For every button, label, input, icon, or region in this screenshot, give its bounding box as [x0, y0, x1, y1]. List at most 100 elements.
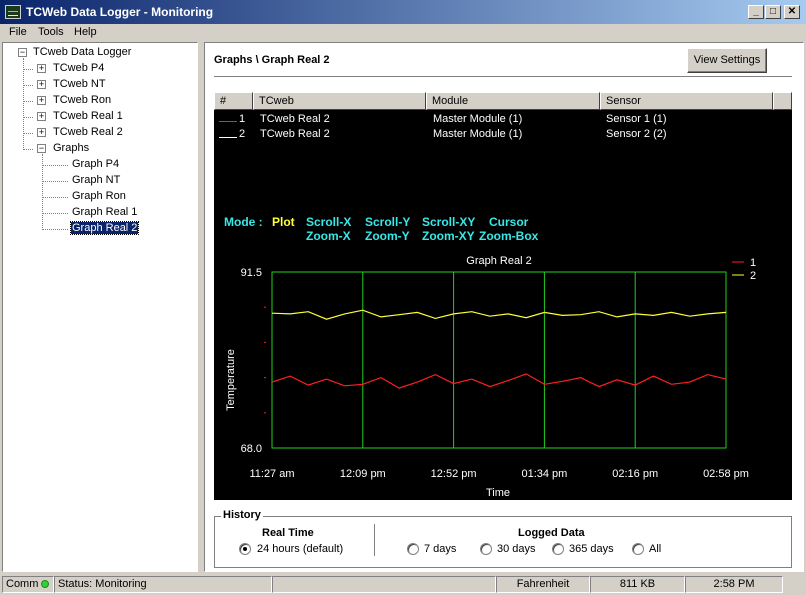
mode-zoom-box[interactable]: Zoom-Box	[479, 229, 538, 243]
x-tick-label: 02:16 pm	[612, 468, 658, 480]
chart-title: Graph Real 2	[466, 255, 531, 267]
file-size-panel: 811 KB	[590, 576, 685, 593]
tree-item-graphs[interactable]: Graphs	[53, 142, 89, 154]
x-tick-label: 12:52 pm	[431, 468, 477, 480]
tree-connector	[23, 133, 33, 134]
history-group	[214, 516, 792, 568]
radio-30-days-label[interactable]: 30 days	[497, 543, 536, 555]
radio-all-label[interactable]: All	[649, 543, 661, 555]
main-panel: Graphs \ Graph Real 2 View Settings # TC…	[204, 42, 804, 572]
expand-tcweb-real2-icon[interactable]: +	[37, 128, 46, 137]
group-divider	[374, 524, 376, 556]
tree-connector	[42, 181, 68, 182]
divider	[214, 76, 792, 78]
plot-frame	[271, 271, 727, 449]
row-number: 1	[239, 113, 246, 125]
tree-item-graph-real2[interactable]: Graph Real 2	[69, 221, 140, 235]
collapse-graphs-icon[interactable]: −	[37, 144, 46, 153]
real-time-label: Real Time	[262, 527, 314, 539]
mode-zoom-xy[interactable]: Zoom-XY	[422, 229, 475, 243]
tree-item-tcweb-p4[interactable]: TCweb P4	[53, 62, 104, 74]
row-number: 2	[239, 128, 246, 140]
series-line-2	[271, 309, 727, 320]
tree-item-tcweb-real1[interactable]: TCweb Real 1	[53, 110, 123, 122]
window-title: TCWeb Data Logger - Monitoring	[26, 5, 214, 19]
expand-tcweb-nt-icon[interactable]: +	[37, 80, 46, 89]
connection-indicator-icon	[41, 580, 50, 588]
navigation-tree: − TCweb Data Logger + TCweb P4 + TCweb N…	[2, 42, 198, 572]
tree-connector	[23, 69, 33, 70]
legend-entry: 2	[750, 270, 756, 282]
status-bar: Comm Status: Monitoring Fahrenheit 811 K…	[0, 574, 806, 595]
x-tick-label: 12:09 pm	[340, 468, 386, 480]
mode-cursor[interactable]: Cursor	[489, 215, 528, 229]
radio-24-hours-label[interactable]: 24 hours (default)	[257, 543, 343, 555]
tree-connector	[42, 197, 68, 198]
radio-7-days[interactable]	[407, 543, 419, 555]
radio-365-days[interactable]	[552, 543, 564, 555]
tree-item-graph-ron[interactable]: Graph Ron	[72, 190, 126, 202]
clock-panel: 2:58 PM	[685, 576, 783, 593]
tree-item-tcweb-ron[interactable]: TCweb Ron	[53, 94, 111, 106]
x-axis-label: Time	[486, 487, 510, 499]
mode-scroll-y[interactable]: Scroll-Y	[365, 215, 410, 229]
temperature-chart[interactable]: Graph Real 2 11:27 am 12:09 pm 12:52 pm 01:…	[214, 250, 792, 500]
minimize-button[interactable]: _	[748, 5, 764, 19]
tree-item-graph-p4[interactable]: Graph P4	[72, 158, 119, 170]
mode-zoom-y[interactable]: Zoom-Y	[365, 229, 410, 243]
tree-connector	[23, 85, 33, 86]
maximize-button[interactable]: □	[765, 5, 781, 19]
collapse-root-icon[interactable]: −	[18, 48, 27, 57]
menu-tools[interactable]: Tools	[38, 26, 64, 38]
title-bar: TCWeb Data Logger - Monitoring _ □ ✕	[0, 0, 806, 24]
comm-label: Comm	[6, 578, 39, 590]
column-header-filler	[773, 92, 792, 110]
tree-connector	[42, 229, 68, 230]
tree-item-graph-real1[interactable]: Graph Real 1	[72, 206, 137, 218]
units-panel: Fahrenheit	[496, 576, 590, 593]
radio-24-hours[interactable]	[239, 543, 251, 555]
expand-tcweb-ron-icon[interactable]: +	[37, 96, 46, 105]
page-title: Graphs \ Graph Real 2	[214, 54, 330, 66]
mode-plot[interactable]: Plot	[272, 215, 295, 229]
row-sensor: Sensor 1 (1)	[606, 113, 667, 125]
tree-item-tcweb-real2[interactable]: TCweb Real 2	[53, 126, 123, 138]
tree-connector	[23, 117, 33, 118]
radio-365-days-label[interactable]: 365 days	[569, 543, 614, 555]
legend-entry: 1	[750, 257, 756, 269]
tree-connector	[23, 58, 24, 150]
row-tcweb: TCweb Real 2	[260, 113, 330, 125]
column-header-sensor[interactable]: Sensor	[600, 92, 773, 110]
tree-connector	[42, 165, 68, 166]
expand-tcweb-real1-icon[interactable]: +	[37, 112, 46, 121]
radio-30-days[interactable]	[480, 543, 492, 555]
column-header-tcweb[interactable]: TCweb	[253, 92, 426, 110]
graph-area: # TCweb Module Sensor 1 TCweb Real 2 Mas…	[214, 92, 792, 500]
menu-help[interactable]: Help	[74, 26, 97, 38]
tree-item-graph-nt[interactable]: Graph NT	[72, 174, 120, 186]
column-header-module[interactable]: Module	[426, 92, 600, 110]
radio-all[interactable]	[632, 543, 644, 555]
tree-connector	[23, 101, 33, 102]
tree-root[interactable]: TCweb Data Logger	[33, 46, 131, 58]
mode-label: Mode :	[224, 215, 263, 229]
status-empty-panel	[272, 576, 496, 593]
close-button[interactable]: ✕	[784, 5, 800, 19]
x-tick-label: 01:34 pm	[521, 468, 567, 480]
expand-tcweb-p4-icon[interactable]: +	[37, 64, 46, 73]
mode-zoom-x[interactable]: Zoom-X	[306, 229, 351, 243]
view-settings-button[interactable]: View Settings	[687, 48, 767, 73]
mode-scroll-xy[interactable]: Scroll-XY	[422, 215, 475, 229]
app-icon	[5, 5, 21, 19]
mode-scroll-x[interactable]: Scroll-X	[306, 215, 351, 229]
series-color-swatch	[219, 137, 237, 138]
x-tick-label: 11:27 am	[249, 468, 294, 480]
column-header-num[interactable]: #	[214, 92, 253, 110]
menu-file[interactable]: File	[9, 26, 27, 38]
radio-7-days-label[interactable]: 7 days	[424, 543, 456, 555]
comm-panel: Comm	[2, 576, 54, 593]
tree-item-tcweb-nt[interactable]: TCweb NT	[53, 78, 106, 90]
series-color-swatch	[219, 121, 237, 122]
tree-connector	[23, 149, 33, 150]
row-tcweb: TCweb Real 2	[260, 128, 330, 140]
